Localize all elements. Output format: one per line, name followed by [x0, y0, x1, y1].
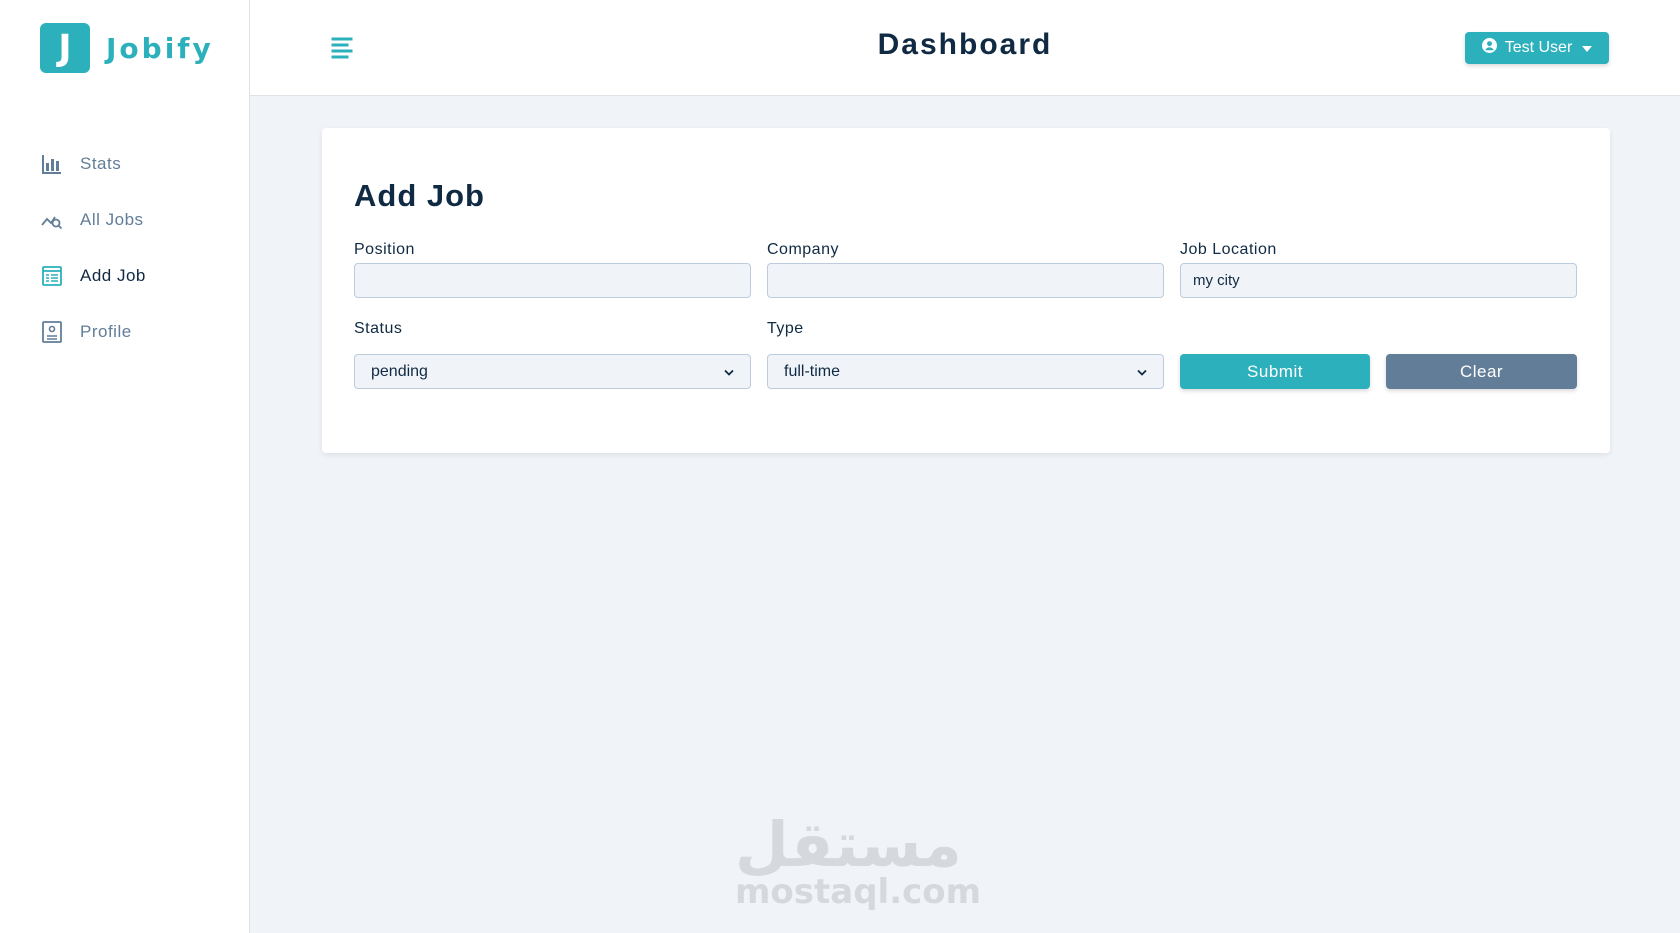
top-bar: Dashboard Test User [250, 0, 1680, 96]
watermark-latin: mostaql.com [735, 872, 982, 912]
submit-button[interactable]: Submit [1180, 354, 1370, 389]
status-selected-value: pending [371, 362, 428, 380]
sidebar: J Jobify Stats All Jobs Add Job Profile [0, 0, 250, 933]
caret-down-icon [1582, 39, 1593, 57]
query-stats-icon [40, 208, 64, 232]
watermark-arabic: مستقل [735, 808, 962, 881]
sidebar-item-add-job[interactable]: Add Job [0, 248, 250, 304]
watermark-logo: مستقل mostaql.com [735, 808, 982, 912]
sidebar-item-profile[interactable]: Profile [0, 304, 250, 360]
logo[interactable]: J Jobify [40, 23, 214, 73]
sidebar-item-label: All Jobs [80, 210, 144, 229]
sidebar-nav: Stats All Jobs Add Job Profile [0, 136, 250, 360]
add-job-card: Add Job Position Company Job Location St… [322, 128, 1610, 453]
id-card-icon [40, 320, 64, 344]
sidebar-item-all-jobs[interactable]: All Jobs [0, 192, 250, 248]
chevron-down-icon [724, 363, 734, 381]
position-label: Position [354, 241, 415, 258]
sidebar-item-label: Add Job [80, 266, 146, 285]
user-circle-icon [1481, 38, 1497, 58]
form-title: Add Job [354, 178, 485, 213]
sidebar-item-label: Stats [80, 154, 122, 173]
user-menu-button[interactable]: Test User [1465, 32, 1609, 64]
logo-mark: J [40, 23, 90, 73]
type-label: Type [767, 320, 804, 337]
status-select[interactable]: pending [354, 354, 751, 389]
sidebar-item-label: Profile [80, 322, 132, 341]
company-input[interactable] [767, 263, 1164, 298]
company-label: Company [767, 241, 839, 258]
position-input[interactable] [354, 263, 751, 298]
status-label: Status [354, 320, 403, 337]
user-name: Test User [1504, 39, 1573, 56]
bar-chart-icon [40, 152, 64, 176]
clear-button[interactable]: Clear [1386, 354, 1577, 389]
job-location-label: Job Location [1180, 241, 1277, 258]
form-icon [40, 264, 64, 288]
logo-text: Jobify [106, 31, 214, 65]
type-selected-value: full-time [784, 362, 841, 380]
job-location-input[interactable] [1180, 263, 1577, 298]
type-select[interactable]: full-time [767, 354, 1164, 389]
chevron-down-icon [1137, 363, 1147, 381]
sidebar-item-stats[interactable]: Stats [0, 136, 250, 192]
